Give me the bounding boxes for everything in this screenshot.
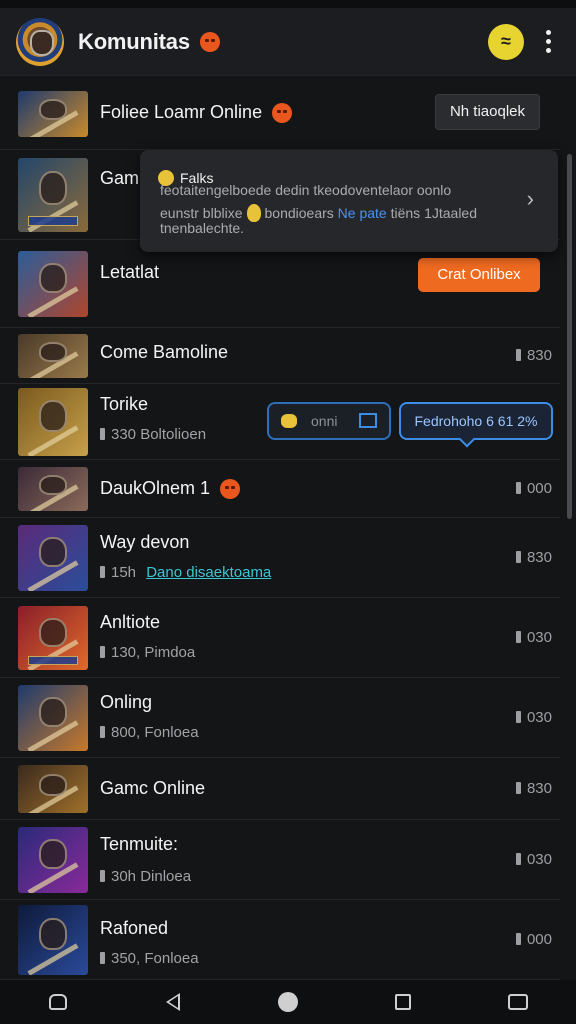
angry-emoji-icon (272, 103, 293, 124)
game-emblem-icon[interactable] (16, 17, 64, 66)
item-link[interactable]: Dano disaektoama (146, 564, 271, 581)
notification-popup[interactable]: Falks feotaitengelboede dedin tkeodovent… (140, 150, 558, 252)
status-bar (0, 0, 576, 8)
smile-face-icon[interactable]: ≈ (488, 23, 524, 60)
list-item[interactable]: Gamc Online 830 (0, 758, 560, 820)
angry-emoji-icon (199, 31, 220, 52)
home-outline-icon[interactable] (46, 990, 70, 1014)
item-meta: 30h Dinloea (100, 868, 191, 885)
app-header: Komunitas ≈ (0, 8, 576, 76)
item-count: 030 (515, 709, 552, 726)
game-thumbnail (18, 905, 88, 975)
item-name: Rafoned (100, 918, 169, 938)
list-item[interactable]: Tenmuite: 30h Dinloea 030 (0, 820, 560, 900)
item-name: Tenmuite: (100, 834, 179, 854)
member-icon (515, 853, 521, 865)
item-count: 830 (515, 549, 552, 566)
flag-icon (359, 413, 377, 428)
list-item[interactable]: Way devon 15h Dano disaektoama 830 (0, 518, 560, 598)
item-count: 030 (515, 629, 552, 646)
list-item[interactable]: Anltiote 130, Pimdoa 030 (0, 598, 560, 678)
item-count: 830 (515, 780, 552, 797)
player-count-icon (100, 428, 105, 440)
member-icon (515, 349, 521, 361)
player-count-icon (100, 646, 105, 658)
game-thumbnail (18, 467, 88, 511)
item-meta: 130, Pimdoa (100, 644, 195, 661)
home-icon[interactable] (276, 990, 300, 1014)
item-count: 000 (515, 480, 552, 497)
member-icon (515, 551, 521, 563)
more-vertical-icon[interactable] (536, 24, 560, 60)
screenshot-icon[interactable] (506, 990, 530, 1014)
item-count: 830 (515, 347, 552, 364)
scrollbar[interactable] (567, 154, 572, 519)
popup-line-3: tnenbalechte. (160, 220, 245, 236)
player-count-icon (100, 952, 105, 964)
popup-line-1: feotaitengelboede dedin tkeodoventelaor … (160, 182, 452, 198)
list-item[interactable]: Foliee Loamr Online Nh tiaoqlek (0, 78, 560, 150)
item-name: Gamr (100, 168, 145, 188)
chevron-right-icon[interactable]: › (527, 186, 534, 212)
action-button[interactable]: Nh tiaoqlek (434, 94, 540, 130)
game-thumbnail (18, 606, 88, 670)
game-thumbnail (18, 158, 88, 232)
join-online-button[interactable]: Crat Onlibex (418, 258, 540, 292)
item-name: Gamc Online (100, 778, 206, 798)
list-item[interactable]: Come Bamoline 830 (0, 328, 560, 384)
player-count-icon (100, 566, 105, 578)
game-thumbnail (18, 334, 88, 378)
game-thumbnail (18, 388, 88, 456)
page-title: Komunitas (78, 28, 190, 54)
member-icon (515, 631, 521, 643)
player-count-icon (100, 870, 105, 882)
item-name: Anltiote (100, 612, 161, 632)
game-thumbnail (18, 827, 88, 893)
member-icon (515, 711, 521, 723)
game-thumbnail (18, 91, 88, 137)
item-meta: 800, Fonloea (100, 724, 199, 741)
item-name: Onling (100, 692, 153, 712)
member-icon (515, 782, 521, 794)
item-name: Foliee Loamr Online (100, 102, 293, 124)
item-meta: 350, Fonloea (100, 950, 199, 967)
reaction-icon (281, 414, 297, 428)
game-thumbnail (18, 251, 88, 317)
system-navbar (0, 980, 576, 1024)
item-meta: 330 Boltolioen (100, 426, 206, 443)
reaction-pill[interactable]: onni (267, 402, 391, 440)
player-count-icon (100, 726, 105, 738)
item-name: Letatlat (100, 262, 160, 282)
game-thumbnail (18, 685, 88, 751)
item-name: Torike (100, 394, 149, 414)
item-name: DaukOlnem 1 (100, 478, 241, 500)
item-name: Way devon (100, 532, 190, 552)
member-icon (515, 482, 521, 494)
angry-emoji-icon (220, 479, 241, 500)
list-item[interactable]: Letatlat Crat Onlibex (0, 240, 560, 328)
game-thumbnail (18, 765, 88, 813)
item-count: 030 (515, 851, 552, 868)
item-meta: 15h Dano disaektoama (100, 564, 271, 581)
member-icon (515, 933, 521, 945)
list-item[interactable]: Rafoned 350, Fonloea 000 (0, 900, 560, 980)
item-count: 000 (515, 931, 552, 948)
status-tooltip-pill[interactable]: Fedrohoho 6 61 2% (399, 402, 553, 440)
recents-icon[interactable] (391, 990, 415, 1014)
lock-badge-icon (246, 204, 261, 222)
back-icon[interactable] (161, 990, 185, 1014)
list-item[interactable]: DaukOlnem 1 000 (0, 460, 560, 518)
game-thumbnail (18, 525, 88, 591)
item-name: Come Bamoline (100, 342, 229, 362)
list-item[interactable]: Onling 800, Fonloea 030 (0, 678, 560, 758)
